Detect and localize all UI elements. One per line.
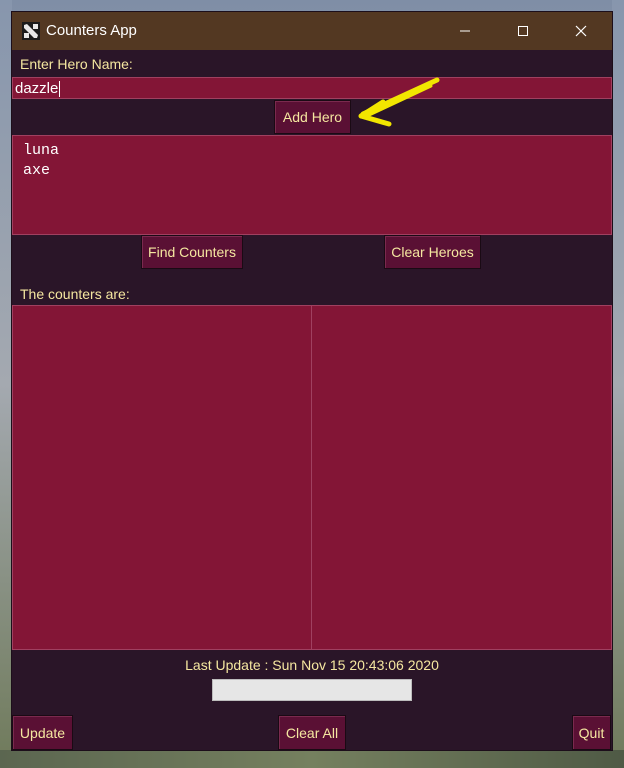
app-window: Counters App Enter Hero Name: dazzle Add… (12, 12, 612, 750)
last-update-text: Last Update : Sun Nov 15 20:43:06 2020 (185, 657, 439, 673)
hero-list-item[interactable]: axe (13, 161, 611, 181)
window-title: Counters App (46, 22, 137, 39)
desktop-background-bottom (0, 750, 624, 768)
heroes-list-items: luna axe (13, 136, 611, 181)
close-button[interactable] (552, 12, 610, 50)
add-hero-button[interactable]: Add Hero (274, 100, 351, 134)
hero-name-input[interactable]: dazzle (12, 77, 612, 99)
desktop-background-right (612, 0, 624, 768)
heroes-list[interactable]: luna axe (12, 135, 612, 235)
clear-heroes-button[interactable]: Clear Heroes (384, 235, 481, 269)
maximize-button[interactable] (494, 12, 552, 50)
hero-name-label: Enter Hero Name: (20, 56, 133, 72)
quit-button[interactable]: Quit (572, 715, 611, 750)
close-icon (575, 25, 587, 37)
counters-list-left[interactable] (12, 305, 312, 650)
counters-label: The counters are: (20, 286, 130, 302)
text-caret (59, 81, 61, 98)
hero-list-item[interactable]: luna (13, 141, 611, 161)
update-progress-bar (212, 679, 412, 701)
hero-name-input-value: dazzle (15, 80, 59, 97)
annotation-arrow-icon (358, 77, 440, 127)
find-counters-button[interactable]: Find Counters (141, 235, 243, 269)
counters-list-right[interactable] (311, 305, 612, 650)
title-bar[interactable]: Counters App (12, 12, 612, 50)
minimize-button[interactable] (436, 12, 494, 50)
dota-logo-icon (22, 22, 40, 40)
minimize-icon (460, 30, 470, 32)
update-button[interactable]: Update (12, 715, 73, 750)
desktop-background-left (0, 0, 12, 768)
clear-all-button[interactable]: Clear All (278, 715, 346, 750)
maximize-icon (518, 26, 528, 36)
